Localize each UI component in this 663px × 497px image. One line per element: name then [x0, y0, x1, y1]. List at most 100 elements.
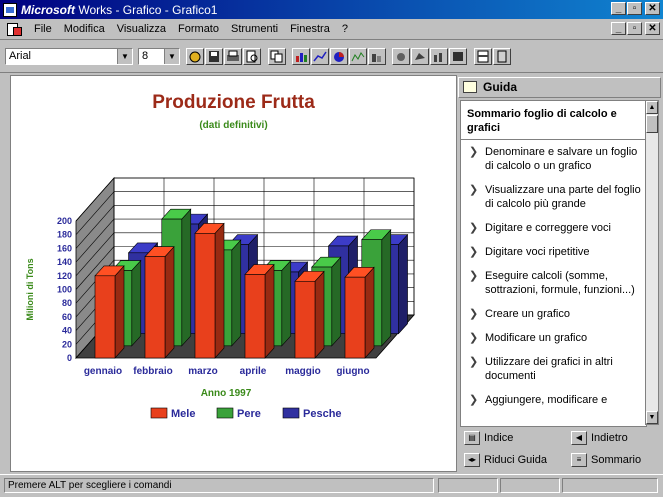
- help-topic[interactable]: ❯ Utilizzare dei grafici in altri documen…: [461, 350, 646, 388]
- document-icon[interactable]: [6, 22, 22, 36]
- indietro-button[interactable]: ◀ Indietro: [571, 429, 628, 447]
- x-tick-label: gennaio: [84, 366, 122, 377]
- font-name-dropdown-icon[interactable]: ▼: [117, 49, 132, 64]
- bar-side: [231, 239, 242, 347]
- font-size-select[interactable]: 8 ▼: [138, 48, 180, 65]
- pie-chart-icon[interactable]: [330, 48, 348, 65]
- y-tick-label: 60: [62, 312, 72, 322]
- y-tick-label: 0: [67, 353, 72, 363]
- menu-finestra[interactable]: Finestra: [284, 23, 336, 35]
- indice-button[interactable]: ▤ Indice: [464, 429, 513, 447]
- bar: [294, 280, 316, 359]
- chevron-right-icon: ❯: [469, 146, 479, 158]
- status-bar: Premere ALT per scegliere i comandi: [0, 474, 663, 497]
- help-topic[interactable]: ❯ Aggiungere, modificare e: [461, 388, 646, 412]
- combination-chart-icon[interactable]: [430, 48, 448, 65]
- menu-strumenti[interactable]: Strumenti: [225, 23, 284, 35]
- doc-minimize-button[interactable]: _: [611, 22, 626, 35]
- help-topic[interactable]: ❯ Visualizzare una parte del foglio di ca…: [461, 178, 646, 216]
- minimize-button[interactable]: _: [611, 2, 626, 15]
- address-book-icon[interactable]: [474, 48, 492, 65]
- x-tick-label: aprile: [240, 366, 267, 377]
- radar-chart-icon[interactable]: [411, 48, 429, 65]
- help-topic-label: Digitare e correggere voci: [485, 222, 611, 234]
- menu-modifica[interactable]: Modifica: [58, 23, 111, 35]
- legend-swatch: [216, 407, 234, 419]
- save-icon[interactable]: [205, 48, 223, 65]
- task-launcher-icon[interactable]: [186, 48, 204, 65]
- menu-help[interactable]: ?: [336, 23, 354, 35]
- legend-swatch: [150, 407, 168, 419]
- help-topic[interactable]: ❯ Creare un grafico: [461, 302, 646, 326]
- bar-side: [281, 259, 292, 347]
- menu-file[interactable]: File: [28, 23, 58, 35]
- bar-side: [114, 265, 125, 359]
- menu-visualizza[interactable]: Visualizza: [111, 23, 172, 35]
- help-topic-label: Modificare un grafico: [485, 332, 588, 344]
- help-topic[interactable]: ❯ Digitare e correggere voci: [461, 216, 646, 240]
- font-size-value: 8: [142, 50, 149, 62]
- y-tick-label: 200: [57, 216, 72, 226]
- chart-area[interactable]: Produzione Frutta (dati definitivi) 0 20 4…: [10, 75, 457, 472]
- menu-formato[interactable]: Formato: [172, 23, 225, 35]
- chevron-right-icon: ❯: [469, 394, 479, 406]
- help-topic[interactable]: ❯ Denominare e salvare un foglio di calco…: [461, 140, 646, 178]
- bar-side: [364, 266, 375, 359]
- area-chart-icon[interactable]: [368, 48, 386, 65]
- help-topic[interactable]: ❯ Digitare voci ripetitive: [461, 240, 646, 264]
- menu-bar: File Modifica Visualizza Formato Strumen…: [0, 19, 663, 40]
- riduci-guida-button[interactable]: ◂▸ Riduci Guida: [464, 451, 547, 469]
- bar-side: [331, 256, 342, 347]
- shrink-help-icon: ◂▸: [464, 453, 480, 467]
- chevron-right-icon: ❯: [469, 308, 479, 320]
- y-tick-label: 40: [62, 326, 72, 336]
- sommario-button[interactable]: ≡ Sommario: [571, 451, 641, 469]
- bar: [344, 276, 366, 359]
- help-icon[interactable]: [493, 48, 511, 65]
- help-scrollbar[interactable]: ▲ ▼: [645, 100, 659, 425]
- y-tick-label: 80: [62, 298, 72, 308]
- help-topic-label: Eseguire calcoli (somme, sottrazioni, fo…: [485, 270, 635, 296]
- x-tick-label: marzo: [188, 366, 217, 377]
- help-pane-title: Guida: [483, 80, 518, 94]
- bar: [194, 233, 216, 359]
- y-tick-label: 180: [57, 230, 72, 240]
- chart-format-icon[interactable]: [449, 48, 467, 65]
- scroll-thumb[interactable]: [646, 115, 658, 133]
- bar-side: [181, 208, 192, 347]
- restore-button[interactable]: ▫: [627, 2, 642, 15]
- chevron-right-icon: ❯: [469, 270, 479, 282]
- works-app-icon[interactable]: [3, 2, 17, 17]
- title-bar: Microsoft Works - Grafico - Grafico1 _ ▫…: [0, 0, 663, 19]
- bar-chart-icon[interactable]: [292, 48, 310, 65]
- help-topic[interactable]: ❯ Modificare un grafico: [461, 326, 646, 350]
- 3d-chart-icon[interactable]: [392, 48, 410, 65]
- close-button[interactable]: ✕: [645, 2, 660, 15]
- scroll-up-icon[interactable]: ▲: [646, 101, 658, 114]
- help-topic-label: Aggiungere, modificare e: [485, 394, 608, 406]
- line-chart-icon[interactable]: [311, 48, 329, 65]
- print-icon[interactable]: [224, 48, 242, 65]
- help-topic[interactable]: ❯ Eseguire calcoli (somme, sottrazioni, f…: [461, 264, 646, 302]
- bar-chart: 0 20 40 60 80 100 120 140 160 180 200 gennaio febbra…: [25, 176, 415, 420]
- print-preview-icon[interactable]: [243, 48, 261, 65]
- doc-close-button[interactable]: ✕: [645, 22, 660, 35]
- help-topic-label: Denominare e salvare un foglio di calcol…: [485, 146, 638, 172]
- y-tick-label: 100: [57, 285, 72, 295]
- copy-icon[interactable]: [268, 48, 286, 65]
- y-tick-label: 20: [62, 339, 72, 349]
- scroll-down-icon[interactable]: ▼: [646, 411, 658, 424]
- help-topic-label: Utilizzare dei grafici in altri document…: [485, 356, 613, 382]
- x-tick-label: febbraio: [133, 366, 172, 377]
- help-pane-header: Guida: [458, 77, 661, 98]
- font-size-dropdown-icon[interactable]: ▼: [164, 49, 179, 64]
- indietro-label: Indietro: [591, 432, 628, 444]
- bar-side: [164, 245, 175, 359]
- font-name-select[interactable]: Arial ▼: [5, 48, 133, 65]
- toolbar: Arial ▼ 8 ▼: [0, 40, 663, 73]
- help-topic-label: Digitare voci ripetitive: [485, 246, 590, 258]
- riduci-guida-label: Riduci Guida: [484, 454, 547, 466]
- doc-restore-button[interactable]: ▫: [627, 22, 642, 35]
- stacked-chart-icon[interactable]: [349, 48, 367, 65]
- chevron-right-icon: ❯: [469, 332, 479, 344]
